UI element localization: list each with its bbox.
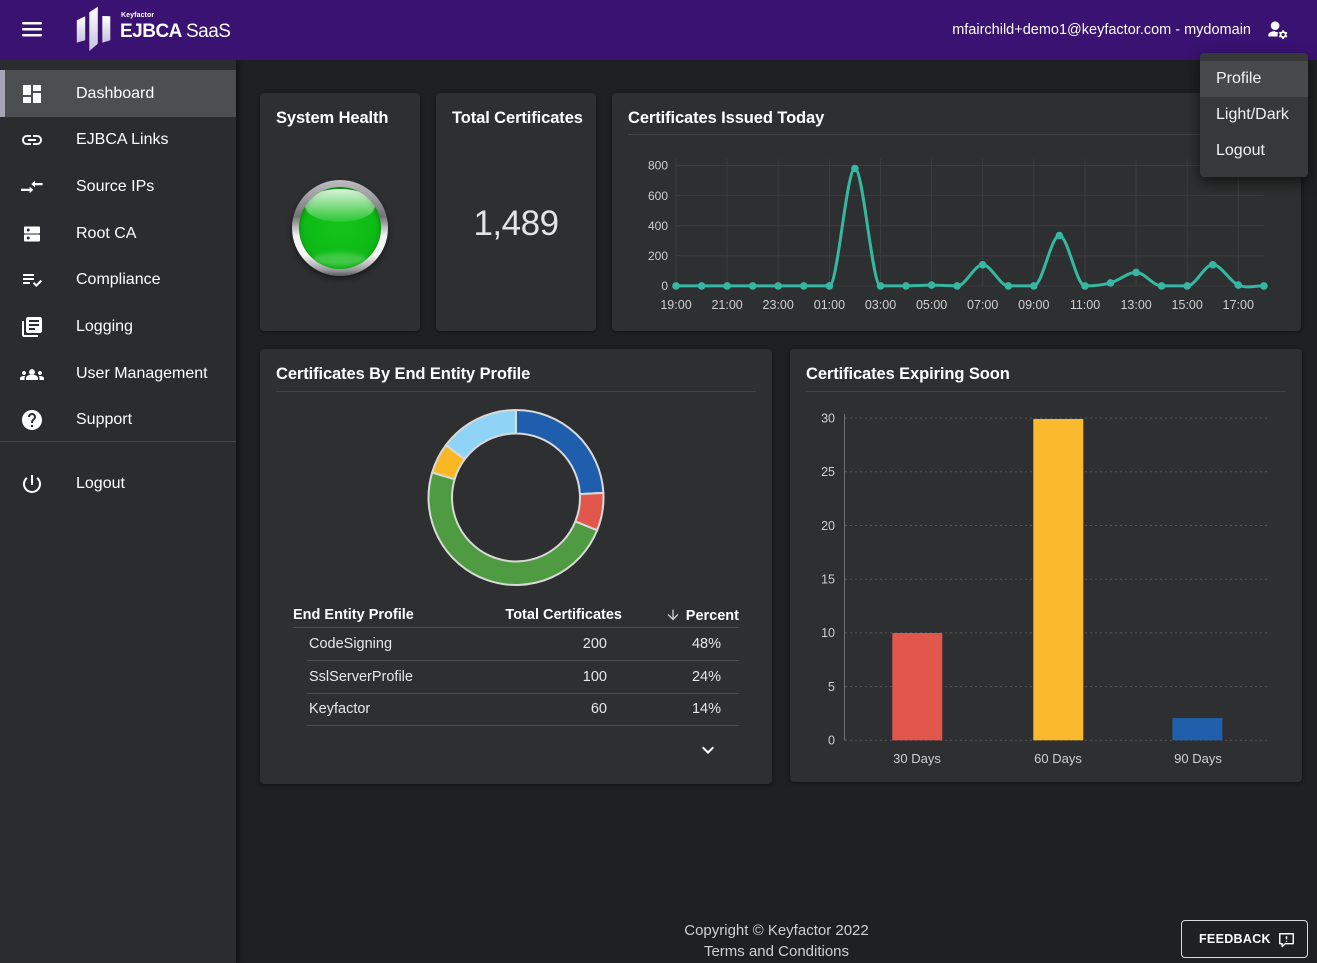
svg-text:07:00: 07:00 [967, 298, 998, 312]
svg-text:30 Days: 30 Days [893, 751, 941, 766]
svg-text:10: 10 [821, 626, 835, 640]
svg-text:5: 5 [828, 680, 835, 694]
svg-text:600: 600 [648, 189, 668, 203]
svg-text:30: 30 [821, 411, 835, 425]
svg-text:25: 25 [821, 465, 835, 479]
svg-text:800: 800 [648, 159, 668, 173]
svg-text:200: 200 [648, 249, 668, 263]
svg-text:19:00: 19:00 [660, 298, 691, 312]
svg-text:21:00: 21:00 [711, 298, 742, 312]
svg-text:05:00: 05:00 [916, 298, 947, 312]
svg-text:60 Days: 60 Days [1034, 751, 1082, 766]
svg-text:20: 20 [821, 519, 835, 533]
svg-text:15: 15 [821, 573, 835, 587]
svg-text:11:00: 11:00 [1070, 298, 1100, 312]
svg-text:0: 0 [661, 279, 668, 293]
svg-text:23:00: 23:00 [763, 298, 794, 312]
svg-text:400: 400 [648, 219, 668, 233]
svg-text:03:00: 03:00 [865, 298, 896, 312]
svg-text:09:00: 09:00 [1018, 298, 1049, 312]
svg-text:15:00: 15:00 [1172, 298, 1203, 312]
svg-text:90 Days: 90 Days [1174, 751, 1222, 766]
svg-text:0: 0 [828, 734, 835, 748]
svg-text:01:00: 01:00 [814, 298, 845, 312]
svg-text:17:00: 17:00 [1223, 298, 1254, 312]
svg-text:13:00: 13:00 [1120, 298, 1151, 312]
